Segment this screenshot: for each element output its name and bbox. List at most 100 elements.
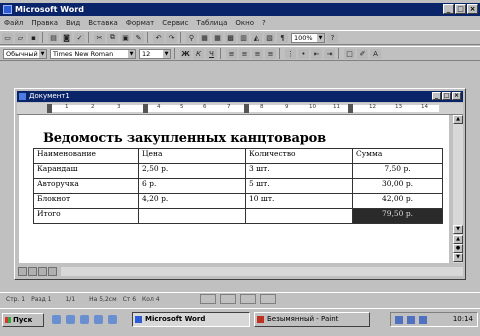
redo-icon[interactable]: ↷ — [166, 32, 177, 43]
document-page[interactable]: Ведомость закупленных канцтоваров Наимен… — [19, 115, 449, 266]
doc-close-icon[interactable]: × — [452, 92, 461, 100]
chevron-down-icon[interactable]: ▼ — [317, 33, 324, 42]
menu-view[interactable]: Вид — [62, 19, 84, 27]
column-marker[interactable] — [348, 104, 353, 113]
align-left-icon[interactable]: ≡ — [226, 48, 237, 59]
cut-icon[interactable]: ✂ — [94, 32, 105, 43]
app-title-bar[interactable]: Microsoft Word _ □ × — [0, 3, 480, 16]
decrease-indent-icon[interactable]: ⇤ — [311, 48, 322, 59]
show-hide-icon[interactable]: ¶ — [277, 32, 288, 43]
undo-icon[interactable]: ↶ — [153, 32, 164, 43]
justify-icon[interactable]: ≡ — [265, 48, 276, 59]
quicklaunch-channels-icon[interactable] — [94, 315, 103, 324]
menu-tools[interactable]: Сервис — [158, 19, 192, 27]
scroll-up-icon[interactable]: ▲ — [453, 115, 463, 124]
align-right-icon[interactable]: ≡ — [252, 48, 263, 59]
table-cell[interactable]: Карандаш — [33, 163, 139, 179]
menu-edit[interactable]: Правка — [27, 19, 62, 27]
print-icon[interactable]: ▤ — [48, 32, 59, 43]
columns-icon[interactable]: ▥ — [238, 32, 249, 43]
borders-icon[interactable]: □ — [344, 48, 355, 59]
left-indent-marker[interactable] — [47, 104, 52, 113]
new-document-icon[interactable]: ▭ — [2, 32, 13, 43]
increase-indent-icon[interactable]: ⇥ — [324, 48, 335, 59]
save-icon[interactable]: ▪ — [28, 32, 39, 43]
tables-borders-icon[interactable]: ▦ — [199, 32, 210, 43]
menu-file[interactable]: Файл — [0, 19, 27, 27]
clock[interactable]: 10:14 — [453, 315, 473, 323]
table-cell[interactable]: Блокнот — [33, 193, 139, 209]
numbering-icon[interactable]: ⋮ — [285, 48, 296, 59]
vertical-scrollbar[interactable]: ▲ ▼ ▲ ● ▼ — [453, 115, 463, 263]
volume-icon[interactable] — [407, 316, 415, 324]
office-assistant-icon[interactable]: ? — [327, 32, 338, 43]
column-marker[interactable] — [143, 104, 148, 113]
status-trk-box[interactable] — [219, 294, 236, 304]
web-view-icon[interactable] — [28, 266, 37, 276]
table-cell[interactable]: 30,00 р. — [352, 178, 443, 194]
column-marker[interactable] — [244, 104, 249, 113]
menu-format[interactable]: Формат — [122, 19, 158, 27]
normal-view-icon[interactable] — [18, 266, 27, 276]
horizontal-scroll-track[interactable] — [61, 266, 463, 276]
font-select[interactable]: Times New Roman ▼ — [50, 48, 136, 59]
network-icon[interactable] — [419, 316, 427, 324]
quicklaunch-word-icon[interactable] — [108, 315, 117, 324]
format-painter-icon[interactable]: ✎ — [133, 32, 144, 43]
horizontal-ruler[interactable]: 1 2 3 4 5 6 7 8 9 10 11 12 13 14 — [17, 103, 463, 115]
font-color-icon[interactable]: A — [370, 48, 381, 59]
word-app-icon[interactable] — [3, 5, 12, 14]
minimize-icon[interactable]: _ — [443, 4, 454, 14]
document-title-bar[interactable]: Документ1 _ □ × — [17, 91, 463, 102]
header-cell[interactable]: Наименование — [33, 148, 139, 164]
chevron-down-icon[interactable]: ▼ — [163, 49, 170, 58]
document-heading[interactable]: Ведомость закупленных канцтоваров — [43, 131, 326, 146]
highlight-icon[interactable]: ✐ — [357, 48, 368, 59]
chevron-down-icon[interactable]: ▼ — [128, 49, 135, 58]
paste-icon[interactable]: ▣ — [120, 32, 131, 43]
table-cell[interactable]: Авторучка — [33, 178, 139, 194]
menu-insert[interactable]: Вставка — [84, 19, 122, 27]
quicklaunch-desktop-icon[interactable] — [66, 315, 75, 324]
restore-icon[interactable]: □ — [455, 4, 466, 14]
menu-window[interactable]: Окно — [231, 19, 258, 27]
table-cell[interactable] — [245, 208, 353, 224]
print-preview-icon[interactable]: ◙ — [61, 32, 72, 43]
next-page-icon[interactable]: ▼ — [453, 253, 463, 262]
table-cell[interactable]: 10 шт. — [245, 193, 353, 209]
menu-table[interactable]: Таблица — [192, 19, 231, 27]
start-button[interactable]: Пуск — [2, 313, 44, 327]
table-cell[interactable]: 5 шт. — [245, 178, 353, 194]
italic-icon[interactable]: К — [193, 48, 204, 59]
doc-restore-icon[interactable]: □ — [442, 92, 451, 100]
prev-page-icon[interactable]: ▲ — [453, 235, 463, 244]
open-folder-icon[interactable]: ▱ — [15, 32, 26, 43]
language-indicator-icon[interactable] — [395, 316, 403, 324]
print-layout-icon[interactable] — [38, 266, 47, 276]
chevron-down-icon[interactable]: ▼ — [39, 49, 46, 58]
table-cell[interactable]: 6 р. — [138, 178, 246, 194]
close-icon[interactable]: × — [467, 4, 478, 14]
taskbar-paint-button[interactable]: Безымянный - Paint — [254, 312, 370, 327]
font-size-select[interactable]: 12 ▼ — [139, 48, 171, 59]
outline-view-icon[interactable] — [48, 266, 57, 276]
table-cell[interactable]: 4,20 р. — [138, 193, 246, 209]
style-select[interactable]: Обычный ▼ — [3, 48, 47, 59]
underline-icon[interactable]: Ч — [206, 48, 217, 59]
scroll-down-icon[interactable]: ▼ — [453, 225, 463, 234]
table-cell-selected[interactable]: 79,50 р. — [352, 208, 443, 224]
quicklaunch-outlook-icon[interactable] — [80, 315, 89, 324]
menu-help[interactable]: ? — [258, 19, 270, 27]
document-icon[interactable] — [19, 93, 26, 100]
table-cell[interactable]: 2,50 р. — [138, 163, 246, 179]
table-cell[interactable] — [138, 208, 246, 224]
document-map-icon[interactable]: ▧ — [264, 32, 275, 43]
bold-icon[interactable]: Ж — [180, 48, 191, 59]
quicklaunch-ie-icon[interactable] — [52, 315, 61, 324]
header-cell[interactable]: Количество — [245, 148, 353, 164]
doc-minimize-icon[interactable]: _ — [432, 92, 441, 100]
table-cell[interactable]: 42,00 р. — [352, 193, 443, 209]
bullets-icon[interactable]: • — [298, 48, 309, 59]
table-cell[interactable]: 7,50 р. — [352, 163, 443, 179]
status-ext-box[interactable] — [239, 294, 256, 304]
